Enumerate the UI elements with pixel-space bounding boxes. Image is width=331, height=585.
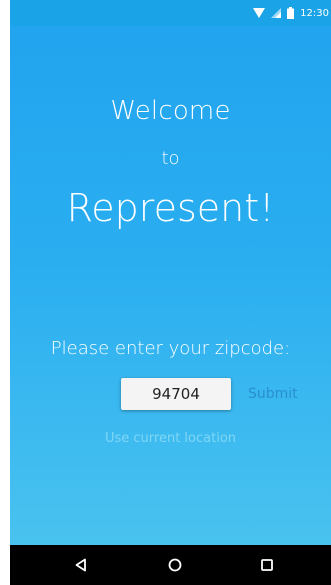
status-icons: 12:30 (253, 6, 329, 20)
back-icon[interactable] (56, 545, 106, 585)
cellular-signal-icon (271, 8, 282, 18)
zipcode-input[interactable] (121, 378, 231, 410)
welcome-heading: Welcome (110, 96, 231, 126)
recent-apps-icon[interactable] (242, 545, 292, 585)
app-title: Represent! (66, 186, 275, 230)
use-current-location-link[interactable]: Use current location (10, 431, 331, 446)
submit-button[interactable]: Submit (248, 383, 306, 405)
battery-icon (287, 7, 295, 19)
status-bar: 12:30 (10, 0, 331, 26)
phone-screen: 12:30 Welcome to Represent! Please enter… (10, 0, 331, 585)
wifi-icon (253, 8, 266, 18)
zipcode-prompt: Please enter your zipcode: (50, 338, 291, 359)
navigation-bar (10, 545, 331, 585)
to-text: to (161, 148, 180, 169)
home-icon[interactable] (150, 545, 200, 585)
welcome-screen: Welcome to Represent! Please enter your … (10, 26, 331, 545)
clock-time: 12:30 (300, 7, 329, 19)
